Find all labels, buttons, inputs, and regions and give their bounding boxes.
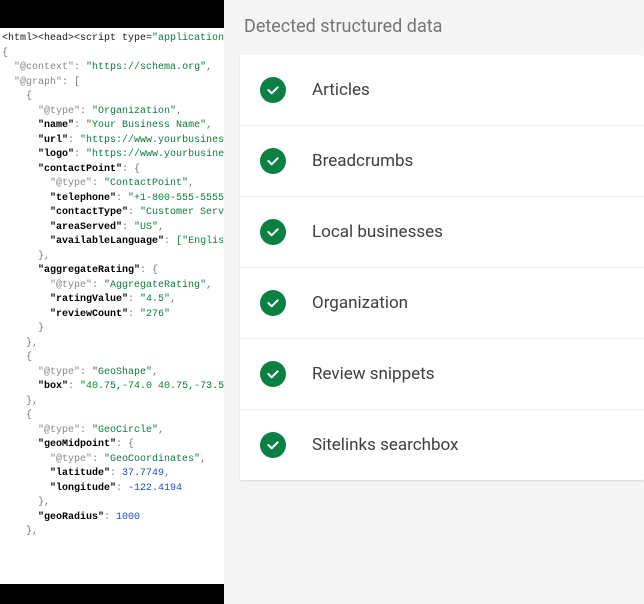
result-row-review-snippets[interactable]: Review snippets [240, 339, 644, 410]
section-title: Detected structured data [240, 16, 644, 37]
code-token: "application [152, 33, 224, 44]
code-token: <html><head><script type= [2, 33, 152, 44]
result-row-sitelinks-searchbox[interactable]: Sitelinks searchbox [240, 410, 644, 480]
check-icon [260, 432, 286, 458]
check-icon [260, 77, 286, 103]
results-pane: Detected structured data Articles Breadc… [224, 0, 644, 604]
result-row-articles[interactable]: Articles [240, 55, 644, 126]
result-row-breadcrumbs[interactable]: Breadcrumbs [240, 126, 644, 197]
code-pane: <html><head><script type="application { … [0, 0, 224, 604]
result-label: Sitelinks searchbox [312, 435, 458, 455]
result-row-local-businesses[interactable]: Local businesses [240, 197, 644, 268]
result-label: Organization [312, 293, 408, 313]
redaction-bar-bottom [0, 584, 224, 604]
result-label: Articles [312, 80, 370, 100]
check-icon [260, 219, 286, 245]
check-icon [260, 361, 286, 387]
check-icon [260, 148, 286, 174]
code-body: <html><head><script type="application { … [2, 32, 224, 540]
result-label: Breadcrumbs [312, 151, 413, 171]
result-row-organization[interactable]: Organization [240, 268, 644, 339]
result-label: Review snippets [312, 364, 435, 384]
result-label: Local businesses [312, 222, 443, 242]
check-icon [260, 290, 286, 316]
results-card: Articles Breadcrumbs Local businesses Or… [240, 55, 644, 480]
redaction-bar-top [0, 0, 224, 28]
